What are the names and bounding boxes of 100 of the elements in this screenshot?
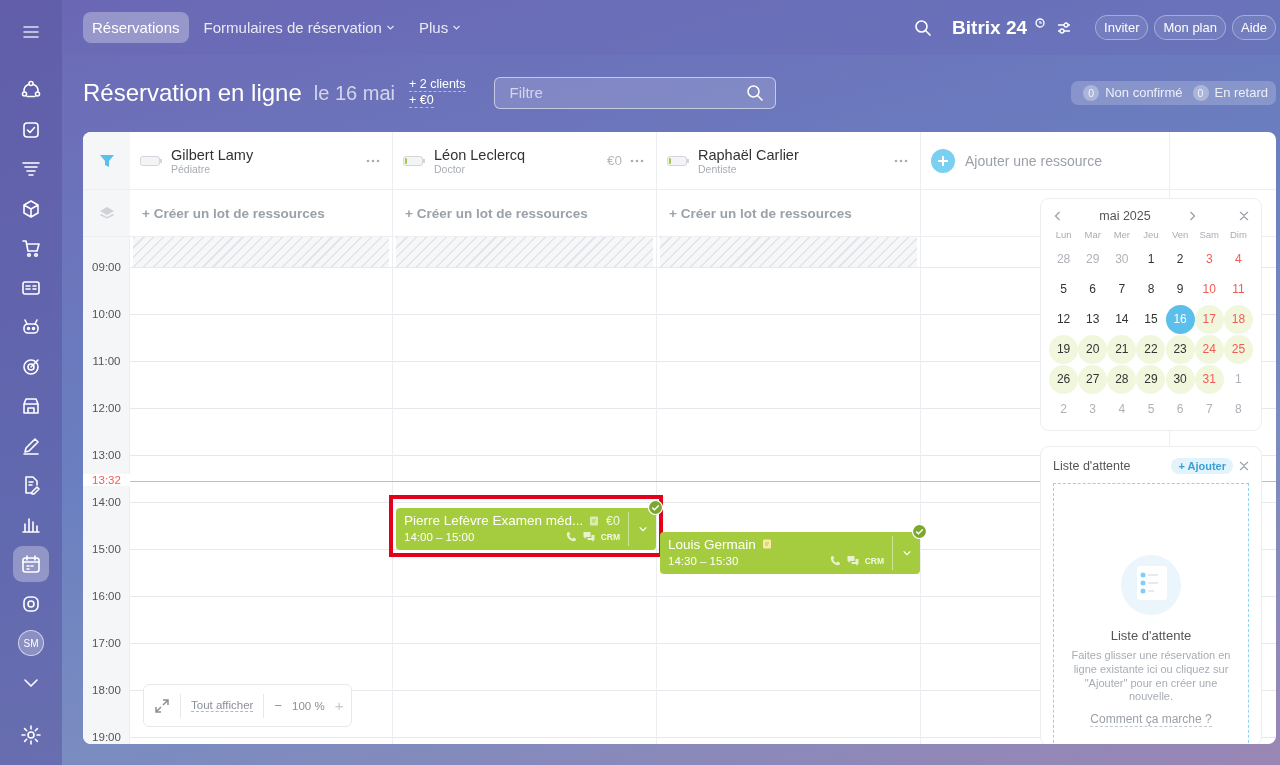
more-icon[interactable] [366,158,380,163]
booking-card[interactable]: Louis Germain 14:30 – 15:30 CRM [660,531,920,574]
checklist-icon [1120,554,1182,616]
calendar-day[interactable]: 29 [1078,244,1108,274]
caret-icon[interactable] [385,23,395,32]
calendar-day[interactable]: 30 [1165,364,1195,394]
hour-label: 10:00 [91,308,122,320]
show-all-link[interactable]: Tout afficher [191,699,254,712]
booking-time: 14:30 – 15:30 [668,554,740,567]
calendar-day[interactable]: 29 [1136,364,1166,394]
calendar-day[interactable]: 31 [1194,364,1224,394]
create-lot-link[interactable]: + Créer un lot de ressources [403,205,588,221]
chevron-down-icon[interactable] [637,524,648,534]
caret-icon[interactable] [452,23,462,32]
calendar-day[interactable]: 16 [1165,304,1195,334]
calendar-day[interactable]: 25 [1223,334,1253,364]
add-icon[interactable] [931,148,955,173]
calendar-day[interactable]: 3 [1078,394,1108,424]
calendar-day[interactable]: 17 [1194,304,1224,334]
calendar-day[interactable]: 8 [1223,394,1253,424]
hour-label: 19:00 [91,731,122,743]
calendar-day[interactable]: 2 [1049,394,1079,424]
resource-role: Pédiatre [171,162,212,175]
calendar-day[interactable]: 6 [1078,274,1108,304]
calendar-day[interactable]: 4 [1107,394,1137,424]
calendar-day[interactable]: 1 [1136,244,1166,274]
header-button[interactable]: Inviter [1095,15,1149,40]
calendar-day[interactable]: 5 [1049,274,1079,304]
booking-card[interactable]: Pierre Lefèvre Examen méd... €0 14:00 – 15:00 CRM [396,508,656,550]
filter-icon[interactable] [98,152,115,169]
calendar-day[interactable]: 30 [1107,244,1137,274]
calendar-day[interactable]: 27 [1078,364,1108,394]
weekday-label: Jeu [1142,229,1160,240]
resource-name[interactable]: Raphaël Carlier [698,146,886,163]
nav-tab[interactable]: Réservations [83,12,189,43]
calendar-day[interactable]: 10 [1194,274,1224,304]
calendar-day[interactable]: 5 [1136,394,1166,424]
nav-tab[interactable]: Formulaires de réservation [194,12,404,43]
calendar-day[interactable]: 28 [1107,364,1137,394]
summary-link[interactable]: + 2 clients [408,77,466,92]
more-icon[interactable] [894,158,908,163]
calendar-day[interactable]: 18 [1223,304,1253,334]
calendar-day[interactable]: 14 [1107,304,1137,334]
chevron-left-icon[interactable] [1053,211,1063,221]
calendar-day[interactable]: 28 [1049,244,1079,274]
create-lot-link[interactable]: + Créer un lot de ressources [667,205,852,221]
add-button[interactable]: + Ajouter [1171,458,1233,474]
header-button[interactable]: Aide [1231,15,1276,40]
collapse-icon[interactable] [1239,461,1249,471]
calendar-day[interactable]: 7 [1107,274,1137,304]
calendar-day[interactable]: 4 [1223,244,1253,274]
hour-label: 12:00 [91,402,122,414]
more-icon[interactable] [630,158,644,163]
calendar-day[interactable]: 26 [1049,364,1079,394]
calendar-day[interactable]: 1 [1223,364,1253,394]
resource-name[interactable]: Léon Leclercq [434,146,599,163]
calendar-day[interactable]: 12 [1049,304,1079,334]
logo: Bitrix 24 [952,16,1028,39]
search-icon[interactable] [745,83,764,102]
calendar-icon[interactable] [13,546,49,582]
summary-link[interactable]: + €0 [408,93,434,108]
hour-label: 11:00 [91,355,122,367]
counter-label[interactable]: Non confirmé [1105,85,1183,100]
calendar-day[interactable]: 22 [1136,334,1166,364]
crm-label[interactable]: CRM [864,555,884,566]
filter-field[interactable]: Filtre [493,76,776,109]
calendar-day[interactable]: 7 [1194,394,1224,424]
calendar-day[interactable]: 9 [1165,274,1195,304]
zoom-out-button[interactable]: − [274,698,283,713]
expand-icon[interactable] [154,697,170,714]
weekday-label: Lun [1054,229,1073,240]
calendar-day[interactable]: 11 [1223,274,1253,304]
create-lot-link[interactable]: + Créer un lot de ressources [140,205,325,221]
hour-label: 17:00 [91,637,122,649]
calendar-day[interactable]: 23 [1165,334,1195,364]
calendar-day[interactable]: 19 [1049,334,1079,364]
header-button[interactable]: Mon plan [1154,15,1226,40]
calendar-day[interactable]: 8 [1136,274,1166,304]
hour-label: 13:00 [91,449,122,461]
calendar-day[interactable]: 21 [1107,334,1137,364]
resource-name[interactable]: Gilbert Lamy [171,146,358,163]
sliders-icon[interactable] [1057,20,1072,35]
calendar-day[interactable]: 3 [1194,244,1224,274]
add-resource-link[interactable]: Ajouter une ressource [965,152,1102,169]
collapse-icon[interactable] [1239,211,1249,221]
crm-label[interactable]: CRM [600,532,620,542]
calendar-day[interactable]: 20 [1078,334,1108,364]
nav-tab[interactable]: Plus [409,12,471,43]
calendar-day[interactable]: 2 [1165,244,1195,274]
counter-label[interactable]: En retard [1214,85,1268,100]
calendar-day[interactable]: 6 [1165,394,1195,424]
waitlist-title: Liste d'attente [1053,459,1132,473]
chevron-right-icon[interactable] [1187,211,1197,221]
calendar-day[interactable]: 24 [1194,334,1224,364]
booking-time: 14:00 – 15:00 [404,531,476,543]
calendar-day[interactable]: 15 [1136,304,1166,334]
hour-label: 18:00 [91,684,122,696]
calendar-day[interactable]: 13 [1078,304,1108,334]
search-icon[interactable] [914,18,933,37]
help-link[interactable]: Comment ça marche ? [1090,712,1212,727]
